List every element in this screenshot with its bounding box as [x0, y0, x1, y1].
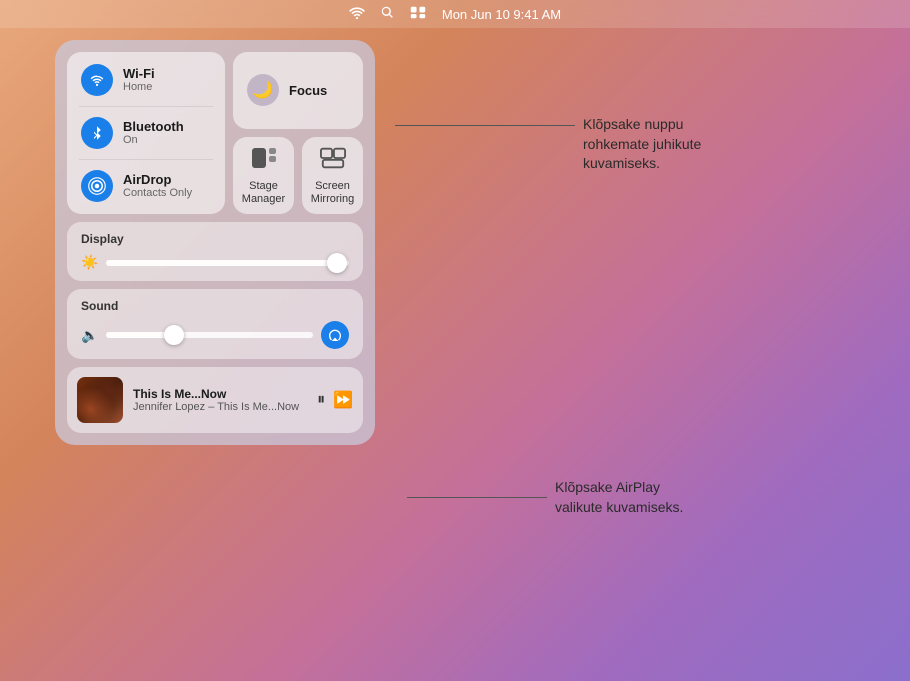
album-art	[77, 377, 123, 423]
screen-mirroring-icon	[320, 147, 346, 175]
bluetooth-icon[interactable]	[81, 117, 113, 149]
divider-1	[79, 106, 213, 107]
airdrop-subtitle: Contacts Only	[123, 187, 192, 200]
sound-block[interactable]: Sound 🔈	[67, 289, 363, 359]
sound-label: Sound	[81, 299, 349, 313]
annotation-2-line	[407, 497, 547, 498]
airdrop-title: AirDrop	[123, 172, 192, 188]
focus-block[interactable]: 🌙 Focus	[233, 52, 363, 129]
airdrop-text: AirDrop Contacts Only	[123, 172, 192, 201]
wifi-text: Wi-Fi Home	[123, 66, 155, 95]
menu-bar-center: Mon Jun 10 9:41 AM	[349, 6, 561, 22]
right-col: 🌙 Focus Stage Manager	[233, 52, 363, 214]
now-playing-title: This Is Me...Now	[133, 387, 307, 401]
skip-forward-button[interactable]: ⏩	[333, 390, 353, 410]
wifi-title: Wi-Fi	[123, 66, 155, 82]
brightness-slider[interactable]	[106, 260, 349, 266]
top-row: Wi-Fi Home Bluetooth On	[67, 52, 363, 214]
annotation-1-text-block: Klõpsake nuppu rohkemate juhikute kuvami…	[583, 115, 701, 174]
now-playing-info: This Is Me...Now Jennifer Lopez – This I…	[133, 387, 307, 413]
now-playing-artist: Jennifer Lopez – This Is Me...Now	[133, 401, 307, 413]
airdrop-item[interactable]: AirDrop Contacts Only	[81, 170, 211, 202]
airdrop-icon[interactable]	[81, 170, 113, 202]
annotation-1-text-line3: kuvamiseks.	[583, 154, 701, 174]
annotation-1-connector	[395, 115, 575, 126]
annotation-1-text-line1: Klõpsake nuppu	[583, 115, 701, 135]
stage-manager-label: Stage Manager	[239, 180, 288, 206]
now-playing-block[interactable]: This Is Me...Now Jennifer Lopez – This I…	[67, 367, 363, 433]
focus-icon: 🌙	[247, 74, 279, 106]
focus-title: Focus	[289, 83, 327, 98]
search-menubar-icon[interactable]	[381, 6, 394, 22]
annotation-1-text-line2: rohkemate juhikute	[583, 135, 701, 155]
volume-slider[interactable]	[106, 332, 313, 338]
display-block[interactable]: Display ☀️	[67, 222, 363, 281]
wifi-icon[interactable]	[81, 64, 113, 96]
annotation-2: Klõpsake AirPlay valikute kuvamiseks.	[407, 478, 683, 517]
annotation-2-text-line1: Klõpsake AirPlay	[555, 478, 683, 498]
bluetooth-subtitle: On	[123, 134, 184, 147]
wifi-item[interactable]: Wi-Fi Home	[81, 64, 211, 96]
stage-manager-icon	[251, 147, 277, 175]
menu-bar-time: Mon Jun 10 9:41 AM	[442, 7, 561, 22]
control-center-panel: Wi-Fi Home Bluetooth On	[55, 40, 375, 445]
connectivity-block[interactable]: Wi-Fi Home Bluetooth On	[67, 52, 225, 214]
menu-bar: Mon Jun 10 9:41 AM	[0, 0, 910, 28]
brightness-icon: ☀️	[81, 254, 98, 271]
annotation-2-text-line2: valikute kuvamiseks.	[555, 498, 683, 518]
airplay-button[interactable]	[321, 321, 349, 349]
annotation-1-line	[395, 125, 575, 126]
volume-icon: 🔈	[81, 327, 98, 344]
playback-controls: ⏸ ⏩	[317, 390, 353, 410]
display-slider-row: ☀️	[81, 254, 349, 271]
controlcenter-menubar-icon[interactable]	[410, 6, 426, 22]
screen-mirroring-label: Screen Mirroring	[308, 180, 357, 206]
screen-mirroring-button[interactable]: Screen Mirroring	[302, 137, 363, 214]
sound-slider-row: 🔈	[81, 321, 349, 349]
bluetooth-text: Bluetooth On	[123, 119, 184, 148]
bluetooth-title: Bluetooth	[123, 119, 184, 135]
display-label: Display	[81, 232, 349, 246]
wifi-subtitle: Home	[123, 81, 155, 94]
annotation-2-text-block: Klõpsake AirPlay valikute kuvamiseks.	[555, 478, 683, 517]
pause-button[interactable]: ⏸	[317, 391, 325, 409]
bluetooth-item[interactable]: Bluetooth On	[81, 117, 211, 149]
wifi-menubar-icon[interactable]	[349, 6, 365, 22]
stage-manager-button[interactable]: Stage Manager	[233, 137, 294, 214]
bottom-buttons: Stage Manager Screen Mirroring	[233, 137, 363, 214]
annotation-1: Klõpsake nuppu rohkemate juhikute kuvami…	[395, 115, 701, 174]
divider-2	[79, 159, 213, 160]
